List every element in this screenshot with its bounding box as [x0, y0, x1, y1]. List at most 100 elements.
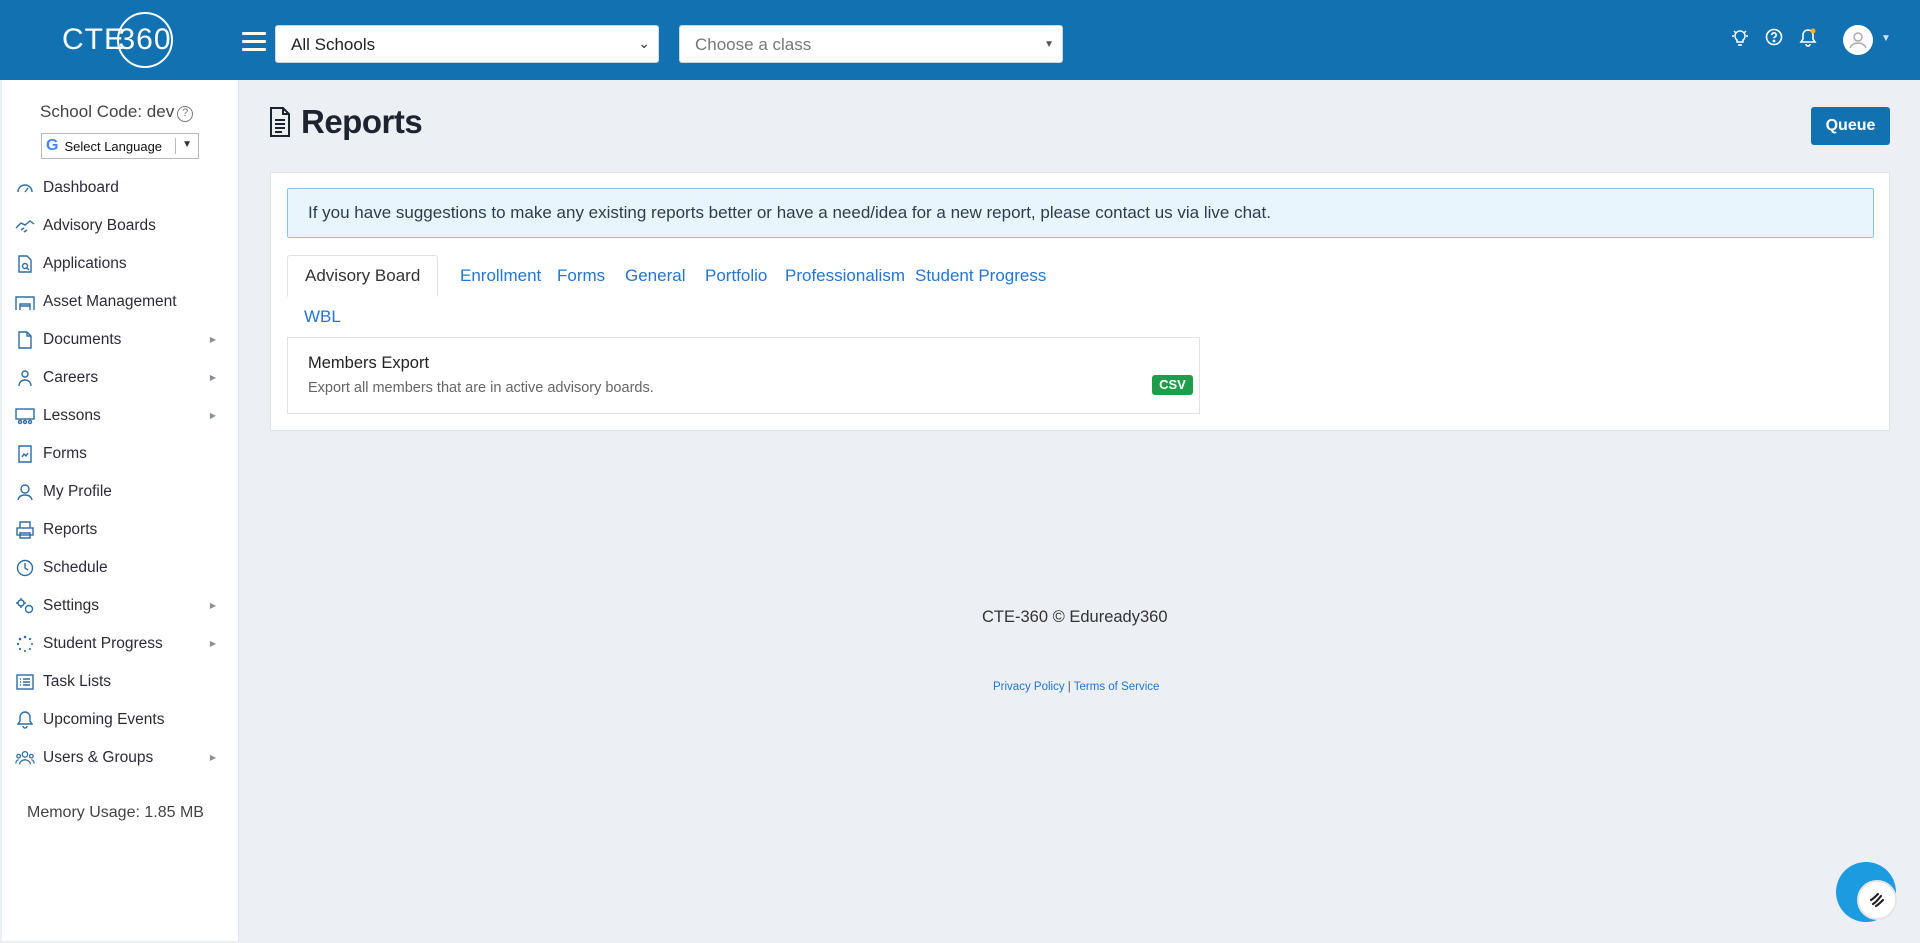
bell-icon — [15, 710, 35, 730]
sidebar: School Code: dev? G Select Language ▼ Da… — [2, 80, 239, 941]
class-select[interactable]: Choose a class ▼ — [679, 25, 1063, 63]
warehouse-icon — [15, 292, 35, 312]
info-alert: If you have suggestions to make any exis… — [287, 188, 1874, 238]
report-title: Members Export — [308, 354, 430, 372]
tab-advisory-board[interactable]: Advisory Board — [287, 255, 439, 297]
sidebar-item-advisory-boards[interactable]: Advisory Boards — [2, 207, 238, 245]
page-header: Reports — [268, 103, 423, 141]
sidebar-item-task-lists[interactable]: Task Lists — [2, 663, 238, 701]
sidebar-item-label: Documents — [43, 331, 122, 348]
sidebar-item-label: Forms — [43, 445, 87, 462]
sidebar-item-student-progress[interactable]: Student Progress ▶ — [2, 625, 238, 663]
lessons-icon — [15, 406, 35, 426]
school-select-value: All Schools — [291, 35, 376, 54]
sidebar-item-dashboard[interactable]: Dashboard — [2, 169, 238, 207]
cte360-logo[interactable]: CTE 360 — [62, 12, 173, 68]
chat-icon[interactable] — [1857, 880, 1897, 920]
chevron-right-icon: ▶ — [209, 411, 216, 420]
sidebar-item-label: Careers — [43, 369, 99, 386]
sidebar-item-my-profile[interactable]: My Profile — [2, 473, 238, 511]
document-icon — [270, 107, 290, 137]
sidebar-item-label: Task Lists — [43, 673, 112, 690]
school-select[interactable]: All Schools ⌄ — [275, 25, 659, 63]
menu-toggle-icon[interactable] — [242, 32, 266, 52]
sidebar-item-label: Users & Groups — [43, 749, 154, 766]
sidebar-item-label: Upcoming Events — [43, 711, 165, 728]
logo-ring: 360 — [117, 12, 173, 68]
tab-student-progress[interactable]: Student Progress — [898, 256, 1063, 296]
file-search-icon — [15, 254, 35, 274]
tab-wbl[interactable]: WBL — [287, 297, 358, 337]
language-select[interactable]: G Select Language ▼ — [41, 133, 199, 159]
sidebar-item-label: Schedule — [43, 559, 108, 576]
sidebar-item-label: My Profile — [43, 483, 112, 500]
google-icon: G — [46, 137, 59, 154]
footer-copyright: CTE-360 © Eduready360 — [982, 608, 1168, 626]
page-title: Reports — [301, 103, 423, 140]
sidebar-item-label: Reports — [43, 521, 98, 538]
report-item[interactable]: Members Export Export all members that a… — [287, 337, 1200, 414]
sidebar-item-reports[interactable]: Reports — [2, 511, 238, 549]
queue-button[interactable]: Queue — [1811, 107, 1890, 145]
footer-links: Privacy Policy | Terms of Service — [993, 681, 1159, 693]
reports-card: If you have suggestions to make any exis… — [270, 172, 1890, 431]
sidebar-item-users-and-groups[interactable]: Users & Groups ▶ — [2, 739, 238, 777]
form-icon — [15, 444, 35, 464]
divider — [175, 138, 176, 154]
logo-text: CTE — [62, 23, 125, 56]
chevron-right-icon: ▶ — [209, 373, 216, 382]
dashboard-icon — [15, 178, 35, 198]
document-icon — [15, 330, 35, 350]
sidebar-item-forms[interactable]: Forms — [2, 435, 238, 473]
caret-down-icon[interactable]: ▼ — [1881, 33, 1891, 44]
school-code: School Code: dev? — [40, 102, 194, 122]
sidebar-item-lessons[interactable]: Lessons ▶ — [2, 397, 238, 435]
terms-of-service-link[interactable]: Terms of Service — [1074, 681, 1160, 693]
class-select-placeholder: Choose a class — [695, 35, 812, 54]
bell-icon[interactable] — [1797, 28, 1819, 50]
caret-down-icon: ▼ — [182, 139, 192, 150]
printer-icon — [15, 520, 35, 540]
sidebar-nav: Dashboard Advisory Boards Applications Asse… — [2, 169, 238, 777]
list-icon — [15, 672, 35, 692]
privacy-policy-link[interactable]: Privacy Policy — [993, 681, 1065, 693]
sidebar-item-label: Lessons — [43, 407, 101, 424]
sidebar-item-label: Applications — [43, 255, 127, 272]
user-icon — [15, 482, 35, 502]
user-avatar[interactable] — [1843, 25, 1873, 55]
chevron-right-icon: ▶ — [209, 753, 216, 762]
sidebar-item-label: Student Progress — [43, 635, 163, 652]
csv-export-badge[interactable]: CSV — [1152, 375, 1193, 395]
sidebar-item-label: Dashboard — [43, 179, 119, 196]
careers-icon — [15, 368, 35, 388]
sidebar-item-label: Settings — [43, 597, 100, 614]
sidebar-item-applications[interactable]: Applications — [2, 245, 238, 283]
report-description: Export all members that are in active ad… — [308, 380, 654, 396]
sidebar-item-label: Asset Management — [43, 293, 177, 310]
sidebar-item-label: Advisory Boards — [43, 217, 156, 234]
school-code-text: School Code: dev — [40, 102, 175, 121]
chevron-right-icon: ▶ — [209, 601, 216, 610]
chevron-down-icon: ⌄ — [638, 35, 650, 51]
help-icon[interactable]: ? — [177, 106, 194, 122]
sidebar-item-asset-management[interactable]: Asset Management — [2, 283, 238, 321]
spinner-icon — [15, 634, 35, 654]
caret-down-icon: ▼ — [1044, 39, 1054, 50]
sidebar-item-documents[interactable]: Documents ▶ — [2, 321, 238, 359]
help-icon[interactable] — [1763, 28, 1785, 50]
clock-icon — [15, 558, 35, 578]
memory-usage: Memory Usage: 1.85 MB — [27, 804, 204, 821]
top-navbar: CTE 360 All Schools ⌄ Choose a class ▼ ▼ — [0, 0, 1920, 80]
sidebar-item-settings[interactable]: Settings ▶ — [2, 587, 238, 625]
handshake-icon — [15, 216, 35, 236]
users-icon — [15, 748, 35, 768]
language-select-label: Select Language — [64, 138, 163, 154]
chevron-right-icon: ▶ — [209, 639, 216, 648]
footer-separator: | — [1067, 681, 1071, 693]
sidebar-item-schedule[interactable]: Schedule — [2, 549, 238, 587]
sidebar-item-careers[interactable]: Careers ▶ — [2, 359, 238, 397]
chevron-right-icon: ▶ — [209, 335, 216, 344]
gears-icon — [15, 596, 35, 616]
sidebar-item-upcoming-events[interactable]: Upcoming Events — [2, 701, 238, 739]
lightbulb-icon[interactable] — [1729, 28, 1751, 50]
